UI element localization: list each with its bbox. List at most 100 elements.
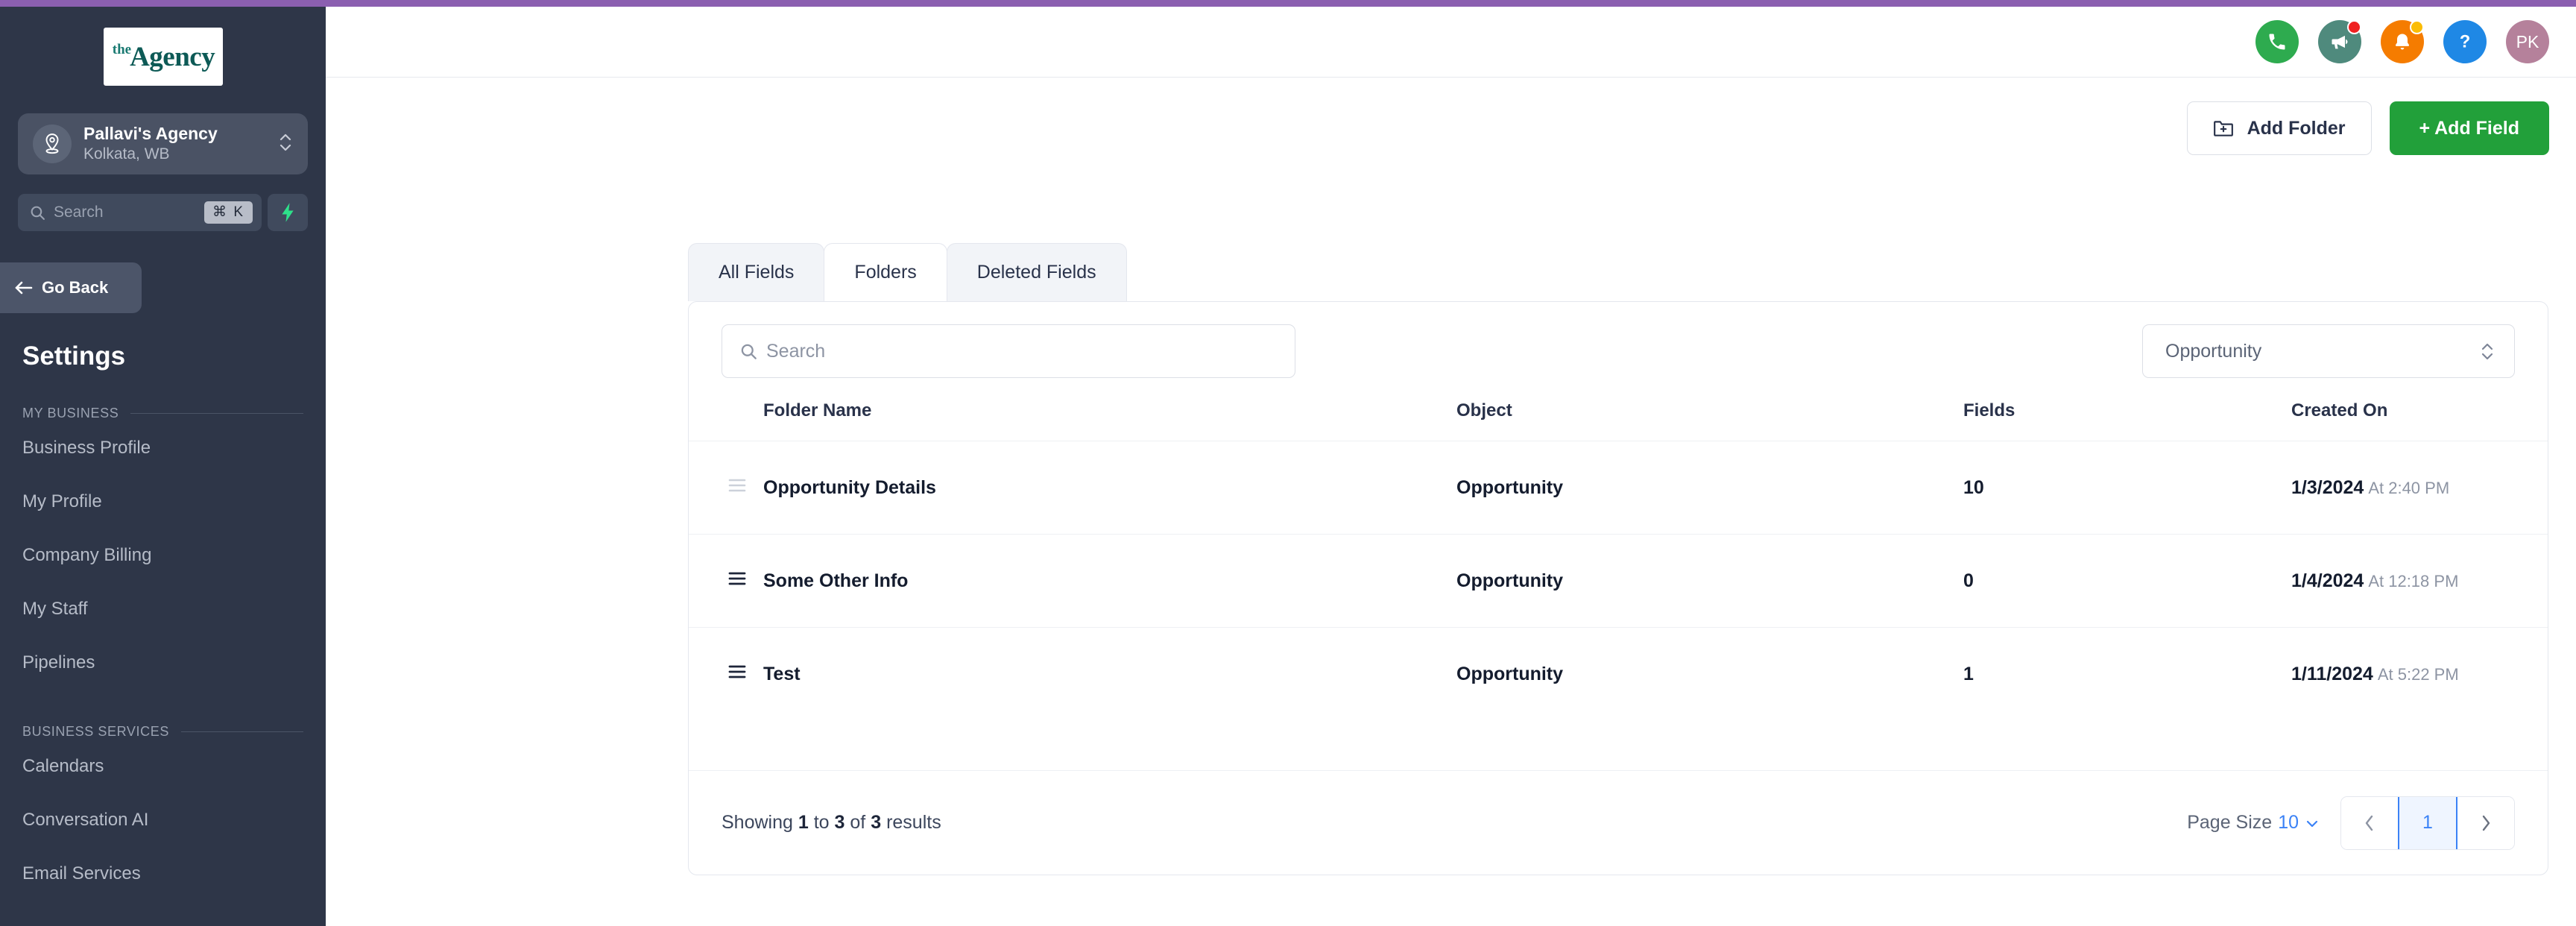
sidebar-item-email-services[interactable]: Email Services xyxy=(22,847,326,901)
sidebar-item-my-profile[interactable]: My Profile xyxy=(22,475,326,529)
folder-plus-icon xyxy=(2213,119,2234,138)
sidebar-search-input[interactable]: Search ⌘ K xyxy=(18,194,262,231)
org-name: Pallavi's Agency xyxy=(83,124,278,145)
sidebar-item-company-billing[interactable]: Company Billing xyxy=(22,529,326,582)
sidebar-item-label: Calendars xyxy=(22,756,104,777)
org-location: Kolkata, WB xyxy=(83,145,278,164)
brand-logo-the: the xyxy=(113,42,131,58)
cell-folder-name: Some Other Info xyxy=(763,535,1456,628)
tab-folders[interactable]: Folders xyxy=(824,243,947,301)
chevron-down-icon xyxy=(2305,818,2320,828)
sidebar-item-business-profile[interactable]: Business Profile xyxy=(22,421,326,475)
table-footer: Showing 1 to 3 of 3 results Page Size 10 xyxy=(689,770,2548,875)
brand-logo: theAgency xyxy=(104,28,223,86)
sidebar-item-pipelines[interactable]: Pipelines xyxy=(22,636,326,690)
search-icon xyxy=(30,205,45,221)
brand-logo-agency: Agency xyxy=(130,41,215,73)
table-row[interactable]: Some Other Info Opportunity 0 1/4/2024At… xyxy=(689,535,2548,628)
tab-deleted-fields[interactable]: Deleted Fields xyxy=(947,243,1127,301)
main-content: Add Folder + Add Field All Fields Folder… xyxy=(326,78,2576,926)
cell-folder-name: Opportunity Details xyxy=(763,441,1456,535)
cell-fields: 0 xyxy=(1963,535,2291,628)
search-shortcut-badge: ⌘ K xyxy=(204,201,253,224)
card-toolbar: Search Opportunity xyxy=(689,302,2548,400)
arrow-left-icon xyxy=(13,280,33,296)
sidebar-item-label: Pipelines xyxy=(22,652,95,673)
cell-fields: 10 xyxy=(1963,441,2291,535)
cell-created-on: 1/4/2024At 12:18 PM xyxy=(2291,535,2548,628)
help-icon[interactable]: ? xyxy=(2443,20,2487,63)
sidebar-item-label: Business Profile xyxy=(22,438,151,459)
sidebar-item-calendars[interactable]: Calendars xyxy=(22,740,326,793)
search-input[interactable]: Search xyxy=(722,324,1295,378)
cell-object: Opportunity xyxy=(1456,535,1963,628)
chevron-updown-icon xyxy=(278,129,293,160)
table-row[interactable]: Opportunity Details Opportunity 10 1/3/2… xyxy=(689,441,2548,535)
sidebar-search-row: Search ⌘ K xyxy=(18,194,308,231)
nav-group-label: BUSINESS SERVICES xyxy=(22,724,169,740)
prev-page-button[interactable] xyxy=(2341,797,2398,849)
sidebar-item-label: Conversation AI xyxy=(22,810,148,831)
page-size-label: Page Size xyxy=(2187,812,2272,834)
column-created-on: Created On xyxy=(2291,400,2548,441)
drag-handle[interactable] xyxy=(689,441,763,535)
page-size-select[interactable]: Page Size 10 xyxy=(2187,812,2320,834)
cell-created-on: 1/11/2024 At 5:22 PM xyxy=(2291,628,2548,721)
showing-to: 3 xyxy=(835,812,845,833)
sidebar-item-my-staff[interactable]: My Staff xyxy=(22,582,326,636)
created-date: 1/3/2024 xyxy=(2291,477,2364,498)
phone-icon[interactable] xyxy=(2255,20,2299,63)
chevron-updown-icon xyxy=(2480,338,2495,364)
svg-text:?: ? xyxy=(2460,32,2471,52)
loading-progress-bar xyxy=(0,0,2576,7)
megaphone-icon[interactable] xyxy=(2318,20,2361,63)
quick-actions-button[interactable] xyxy=(268,194,308,231)
tab-all-fields[interactable]: All Fields xyxy=(688,243,824,301)
created-date: 1/11/2024 xyxy=(2291,664,2373,684)
column-object: Object xyxy=(1456,400,1963,441)
table-row[interactable]: Test Opportunity 1 1/11/2024At 5:22 PM xyxy=(689,628,2548,721)
avatar[interactable]: PK xyxy=(2506,20,2549,63)
search-placeholder: Search xyxy=(766,341,825,362)
go-back-label: Go Back xyxy=(42,278,108,297)
divider xyxy=(181,731,303,732)
go-back-button[interactable]: Go Back xyxy=(0,262,142,313)
add-field-button[interactable]: + Add Field xyxy=(2390,101,2550,155)
showing-suffix: results xyxy=(886,812,941,833)
created-date: 1/4/2024 xyxy=(2291,570,2364,591)
sidebar-item-label: Email Services xyxy=(22,863,141,884)
bell-badge xyxy=(2410,20,2424,34)
folders-card: Search Opportunity Folder Name Object Fi… xyxy=(688,301,2548,875)
created-time: At 12:18 PM xyxy=(2368,572,2458,590)
object-filter-select[interactable]: Opportunity xyxy=(2142,324,2515,378)
add-folder-label: Add Folder xyxy=(2247,118,2346,139)
sidebar: theAgency Pallavi's Agency Kolkata, WB xyxy=(0,7,326,926)
drag-handle-icon xyxy=(727,570,747,587)
bell-icon[interactable] xyxy=(2381,20,2424,63)
megaphone-badge xyxy=(2347,20,2361,34)
next-page-button[interactable] xyxy=(2457,797,2514,849)
lightning-bolt-icon xyxy=(280,202,296,223)
showing-mid: to xyxy=(814,812,830,833)
org-switcher[interactable]: Pallavi's Agency Kolkata, WB xyxy=(18,113,308,174)
drag-handle[interactable] xyxy=(689,628,763,721)
drag-handle[interactable] xyxy=(689,535,763,628)
location-pin-icon xyxy=(33,125,72,163)
column-folder-name: Folder Name xyxy=(763,400,1456,441)
page-size-value: 10 xyxy=(2278,812,2299,834)
add-folder-button[interactable]: Add Folder xyxy=(2187,101,2372,155)
page-actions: Add Folder + Add Field xyxy=(2187,101,2549,155)
sidebar-item-conversation-ai[interactable]: Conversation AI xyxy=(22,793,326,847)
page-number-1[interactable]: 1 xyxy=(2398,797,2457,849)
table-header-row: Folder Name Object Fields Created On xyxy=(689,400,2548,441)
cell-object: Opportunity xyxy=(1456,441,1963,535)
showing-total: 3 xyxy=(871,812,881,833)
search-icon xyxy=(740,343,757,360)
sidebar-item-label: My Profile xyxy=(22,491,102,512)
created-time: At 5:22 PM xyxy=(2378,665,2459,684)
top-header: ? PK xyxy=(326,7,2576,78)
cell-created-on: 1/3/2024At 2:40 PM xyxy=(2291,441,2548,535)
object-filter-value: Opportunity xyxy=(2165,341,2261,362)
nav-group-business-services: BUSINESS SERVICES xyxy=(22,724,326,740)
drag-handle-icon xyxy=(727,477,747,494)
